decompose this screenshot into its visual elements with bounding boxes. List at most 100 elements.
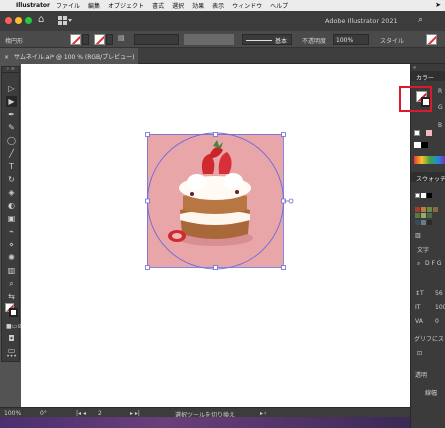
close-tab-icon[interactable]: × <box>4 54 9 61</box>
fill-none-swatch[interactable] <box>70 34 81 45</box>
menu-bar: Illustrator ファイル 編集 オブジェクト 書式 選択 効果 表示 ウ… <box>0 0 445 11</box>
symbol-sprayer-tool-icon[interactable]: ✺ <box>6 252 17 263</box>
swatch-olive[interactable] <box>415 213 420 218</box>
menu-effect[interactable]: 効果 <box>192 1 204 10</box>
search-icon[interactable]: ⌕ <box>418 15 423 25</box>
stroke-dropdown[interactable] <box>106 34 113 45</box>
fill-dropdown[interactable] <box>82 34 89 45</box>
swatches-panel-header[interactable]: スウォッチ <box>411 172 445 182</box>
stroke-weight-field[interactable] <box>134 34 179 45</box>
stroke-weight-icon[interactable]: ▤ <box>118 34 132 45</box>
location-arrow-icon[interactable]: ➤ <box>435 1 441 9</box>
document-tab[interactable]: × サムネイル.ai* @ 100 % (RGB/プレビュー) <box>0 48 138 64</box>
menu-edit[interactable]: 編集 <box>88 1 100 10</box>
close-window-button[interactable] <box>5 17 12 24</box>
rotate-tool-icon[interactable]: ↻ <box>6 174 17 185</box>
menu-window[interactable]: ウィンドウ <box>232 1 262 10</box>
paintbrush-tool-icon[interactable]: ╱ <box>6 148 17 159</box>
variable-width-profile[interactable] <box>184 34 234 45</box>
type-tool-icon[interactable]: T <box>6 161 17 172</box>
vertical-scale-value[interactable]: 100 <box>435 304 445 311</box>
swatch-darkgreen[interactable] <box>427 213 432 218</box>
column-graph-tool-icon[interactable]: ▥ <box>6 265 17 276</box>
white-swatch[interactable] <box>414 142 421 148</box>
direct-selection-tool-icon[interactable]: ▶ <box>6 96 17 107</box>
zoom-level[interactable]: 100% <box>4 410 21 417</box>
black-swatch[interactable] <box>421 142 428 148</box>
tools-panel: » ≡ ▷ ▶ ✒ ✎ ◯ ╱ T ↻ ◈ ◐ ▣ ⌁ ⋄ ✺ ▥ ⌕ ⇆ ■▭… <box>1 66 22 362</box>
swatch-black[interactable] <box>427 193 432 198</box>
panel-grip[interactable]: » ≡ <box>2 67 19 73</box>
swatch-green[interactable] <box>427 207 432 212</box>
swatch-orange[interactable] <box>421 207 426 212</box>
minimize-window-button[interactable] <box>15 17 22 24</box>
color-mode-icon[interactable]: ■▭⊘ <box>6 321 22 332</box>
swatch-none[interactable] <box>415 193 420 198</box>
eyedropper-tool-icon[interactable]: ⌁ <box>6 226 17 237</box>
cream-swirl-left <box>187 174 207 190</box>
color-spectrum[interactable] <box>414 156 445 164</box>
curvature-tool-icon[interactable]: ✎ <box>6 122 17 133</box>
swatch-red[interactable] <box>415 207 420 212</box>
swatch-charcoal[interactable] <box>427 220 432 225</box>
selection-tool-icon[interactable]: ▷ <box>6 83 17 94</box>
ellipse-tool-icon[interactable]: ◯ <box>6 135 17 146</box>
artboard-prev-icon[interactable]: |◂ ◂ <box>76 410 86 417</box>
color-panel-header[interactable]: カラー <box>411 71 445 81</box>
channel-g-label: G <box>438 104 443 111</box>
swatch-gray[interactable] <box>421 220 426 225</box>
swatch-lime[interactable] <box>421 213 426 218</box>
channel-r-label: R <box>438 88 443 95</box>
font-search-icon[interactable]: ⌕ <box>417 260 420 268</box>
menu-file[interactable]: ファイル <box>56 1 80 10</box>
swatch-brown[interactable] <box>433 207 438 212</box>
home-icon[interactable]: ⌂ <box>38 14 44 25</box>
berry-1 <box>190 192 194 196</box>
zoom-tool-icon[interactable]: ⌕ <box>6 278 17 289</box>
menu-object[interactable]: オブジェクト <box>108 1 144 10</box>
status-more-icon[interactable]: ‹ <box>264 410 266 417</box>
stroke-swatch-icon[interactable] <box>9 308 18 317</box>
gradient-tool-icon[interactable]: ▣ <box>6 213 17 224</box>
menu-type[interactable]: 書式 <box>152 1 164 10</box>
stroke-none-swatch[interactable] <box>94 34 105 45</box>
eraser-tool-icon[interactable]: ◈ <box>6 187 17 198</box>
last-color-swatch[interactable] <box>426 130 432 136</box>
menu-select[interactable]: 選択 <box>172 1 184 10</box>
swatch-library-icon[interactable]: ▥ <box>415 232 421 239</box>
artboard-next-icon[interactable]: ▸ ▸| <box>130 410 140 417</box>
selected-artwork[interactable] <box>147 134 283 267</box>
desktop-background <box>0 417 410 428</box>
character-panel-header[interactable]: 文字 <box>417 245 429 254</box>
menu-view[interactable]: 表示 <box>212 1 224 10</box>
swatch-white[interactable] <box>421 193 426 198</box>
tracking-value[interactable]: 0 <box>435 318 439 325</box>
status-arrow-icon[interactable]: ▸ <box>260 410 263 417</box>
swap-fill-stroke-icon[interactable]: ⇆ <box>6 291 17 302</box>
draw-mode-icon[interactable]: ◘ <box>6 333 17 344</box>
appearance-panel-header[interactable]: 線幅 <box>425 388 437 397</box>
transparency-panel-header[interactable]: 透明 <box>415 370 427 379</box>
glyph-panel-header[interactable]: グリフにス <box>414 334 444 343</box>
workspace-switcher-icon[interactable] <box>58 16 72 25</box>
opacity-field[interactable]: 100% <box>333 34 369 45</box>
shape-builder-tool-icon[interactable]: ◐ <box>6 200 17 211</box>
blend-tool-icon[interactable]: ⋄ <box>6 239 17 250</box>
menu-help[interactable]: ヘルプ <box>270 1 288 10</box>
swap-none-icon[interactable] <box>414 130 420 136</box>
more-tools-icon[interactable]: ••• <box>6 351 17 362</box>
menu-app-name[interactable]: Illustrator <box>16 2 50 9</box>
brush-definition-dropdown[interactable]: 基本 <box>242 34 292 45</box>
graphic-style-swatch[interactable] <box>426 34 437 45</box>
glyph-icon[interactable]: ⊡ <box>417 350 422 357</box>
pen-tool-icon[interactable]: ✒ <box>6 109 17 120</box>
artboard-number[interactable]: 2 <box>98 410 102 417</box>
channel-b-label: B <box>438 122 443 129</box>
brush-stroke-preview <box>246 40 272 41</box>
zoom-window-button[interactable] <box>25 17 32 24</box>
control-bar: 楕円形 ▤ 基本 不透明度 100% スタイル <box>0 31 445 48</box>
swatch-slate[interactable] <box>415 220 420 225</box>
rotation-value[interactable]: 0° <box>40 410 47 417</box>
font-preview: D F G <box>425 260 442 267</box>
font-size-value[interactable]: 56 <box>435 290 443 297</box>
